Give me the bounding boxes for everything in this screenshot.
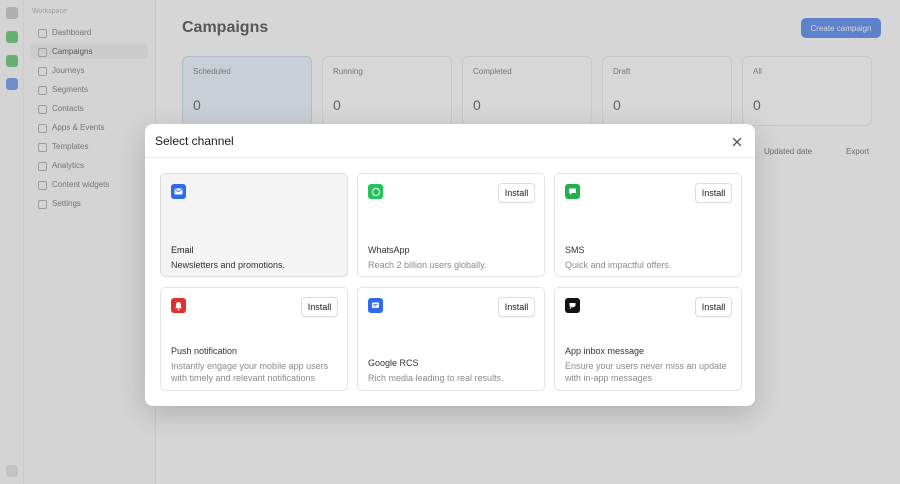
channel-description: Instantly engage your mobile app users w… bbox=[171, 361, 329, 383]
whatsapp-icon bbox=[368, 184, 383, 199]
bell-icon bbox=[171, 298, 186, 313]
mail-icon bbox=[171, 184, 186, 199]
close-button[interactable] bbox=[729, 134, 745, 150]
channel-description: Ensure your users never miss an update w… bbox=[565, 361, 727, 383]
channel-card-app-inbox-message[interactable]: Install App inbox message Ensure your us… bbox=[554, 287, 742, 391]
channel-description: Newsletters and promotions. bbox=[171, 260, 286, 270]
dialog-title: Select channel bbox=[155, 134, 234, 148]
channel-name: Email bbox=[171, 245, 194, 255]
install-google-rcs-button[interactable]: Install bbox=[498, 297, 535, 317]
install-app-inbox-message-button[interactable]: Install bbox=[695, 297, 732, 317]
close-icon bbox=[732, 137, 742, 147]
install-sms-button[interactable]: Install bbox=[695, 183, 732, 203]
install-whatsapp-button[interactable]: Install bbox=[498, 183, 535, 203]
rcs-icon bbox=[368, 298, 383, 313]
dialog-header: Select channel bbox=[145, 124, 755, 158]
channel-name: Google RCS bbox=[368, 358, 419, 368]
channel-name: Push notification bbox=[171, 346, 238, 356]
channel-description: Reach 2 billion users globally. bbox=[368, 260, 487, 270]
channel-card-google-rcs[interactable]: Install Google RCS Rich media leading to… bbox=[357, 287, 545, 391]
channel-name: SMS bbox=[565, 245, 585, 255]
install-push-notification-button[interactable]: Install bbox=[301, 297, 338, 317]
inbox-icon bbox=[565, 298, 580, 313]
channel-description: Rich media leading to real results. bbox=[368, 373, 504, 383]
channel-description: Quick and impactful offers. bbox=[565, 260, 672, 270]
channel-card-whatsapp[interactable]: Install WhatsApp Reach 2 billion users g… bbox=[357, 173, 545, 277]
channel-card-push-notification[interactable]: Install Push notification Instantly enga… bbox=[160, 287, 348, 391]
select-channel-dialog: Select channel Email Newsletters and pro… bbox=[145, 124, 755, 406]
channel-name: App inbox message bbox=[565, 346, 645, 356]
channel-name: WhatsApp bbox=[368, 245, 410, 255]
channel-card-email[interactable]: Email Newsletters and promotions. bbox=[160, 173, 348, 277]
channel-card-sms[interactable]: Install SMS Quick and impactful offers. bbox=[554, 173, 742, 277]
sms-icon bbox=[565, 184, 580, 199]
